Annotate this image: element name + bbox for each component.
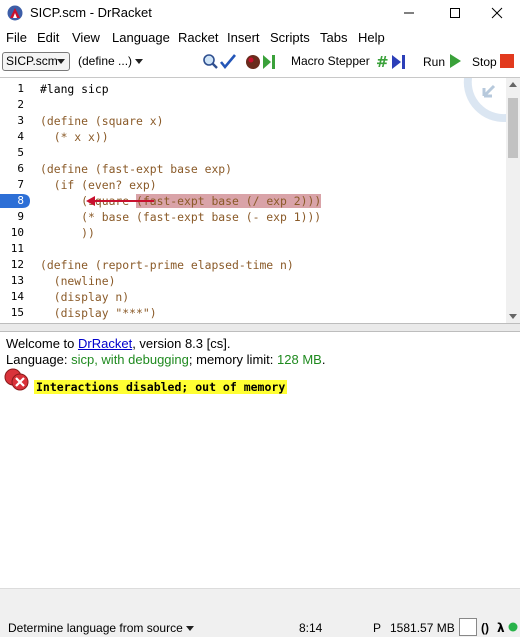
code-line[interactable]: (define (square x) xyxy=(40,114,163,128)
maximize-button[interactable] xyxy=(432,0,478,26)
run-button[interactable]: Run xyxy=(423,54,462,69)
minimize-button[interactable] xyxy=(386,0,432,26)
close-button[interactable] xyxy=(474,0,520,26)
line-number: 9 xyxy=(17,210,24,223)
background-expansion-icon xyxy=(463,78,506,123)
debug-button[interactable] xyxy=(244,53,280,74)
language-prefix: Language: xyxy=(6,352,72,367)
language-line: Language: sicp, with debugging; memory l… xyxy=(6,352,325,367)
language-selector[interactable]: Determine language from source xyxy=(8,621,195,635)
macro-stepper-icon: # xyxy=(376,53,405,71)
window-title: SICP.scm - DrRacket xyxy=(30,5,152,20)
welcome-line: Welcome to DrRacket, version 8.3 [cs]. xyxy=(6,336,230,351)
cursor-position: 8:14 xyxy=(299,621,323,635)
line-number-gutter: 1 2 3 4 5 6 7 8 9 10 11 12 13 14 15 xyxy=(0,78,30,323)
menu-file[interactable]: File xyxy=(6,30,27,45)
title-bar: SICP.scm - DrRacket xyxy=(0,0,520,26)
welcome-prefix: Welcome to xyxy=(6,336,79,351)
line-number: 3 xyxy=(17,114,24,127)
macro-stepper-icon-button[interactable]: # xyxy=(376,53,412,74)
code-line[interactable]: (if (even? exp) xyxy=(40,178,157,192)
chevron-down-icon xyxy=(186,626,195,631)
line-number: 2 xyxy=(17,98,24,111)
vertical-scrollbar[interactable] xyxy=(506,78,520,323)
define-menu-label: (define ...) xyxy=(78,54,133,68)
welcome-suffix: , version 8.3 [cs]. xyxy=(132,336,231,351)
menu-edit[interactable]: Edit xyxy=(37,30,59,45)
pane-divider[interactable] xyxy=(0,323,520,332)
scroll-up-icon[interactable] xyxy=(509,82,517,88)
line-number: 7 xyxy=(17,178,24,191)
menu-view[interactable]: View xyxy=(72,30,100,45)
code-line[interactable]: (display n) xyxy=(40,290,129,304)
define-menu-button[interactable]: (define ...) xyxy=(78,54,144,68)
file-name-button[interactable]: SICP.scm xyxy=(2,52,70,71)
run-icon xyxy=(450,54,462,68)
place-indicator: P xyxy=(373,621,382,635)
chevron-down-icon xyxy=(57,59,65,64)
line-number: 8 xyxy=(17,194,24,207)
code-line[interactable]: )) xyxy=(40,226,95,240)
language-value: sicp, with debugging xyxy=(71,352,189,367)
line-number: 6 xyxy=(17,162,24,175)
check-syntax-icon xyxy=(203,54,236,70)
menu-insert[interactable]: Insert xyxy=(227,30,260,45)
line-number: 11 xyxy=(10,242,24,255)
scrollbar-thumb[interactable] xyxy=(508,98,518,158)
line-number: 15 xyxy=(10,306,24,319)
definitions-editor[interactable]: 1 2 3 4 5 6 7 8 9 10 11 12 13 14 15 #lang sicp (define … xyxy=(0,77,520,323)
chevron-down-icon xyxy=(135,59,144,64)
menu-scripts[interactable]: Scripts xyxy=(270,30,310,45)
menu-help[interactable]: Help xyxy=(358,30,385,45)
stop-icon xyxy=(500,54,515,68)
language-selector-label: Determine language from source xyxy=(8,621,183,635)
paren-toggle-box[interactable] xyxy=(459,618,477,636)
stop-button[interactable]: Stop xyxy=(472,54,515,69)
svg-text:λ: λ xyxy=(497,621,505,635)
code-line[interactable]: (define (report-prime elapsed-time n) xyxy=(40,258,294,272)
memory-usage[interactable]: 1581.57 MB xyxy=(390,621,455,635)
memory-limit-prefix: ; memory limit: xyxy=(188,352,278,367)
menu-racket[interactable]: Racket xyxy=(178,30,218,45)
debug-icon xyxy=(246,55,275,69)
line-number: 13 xyxy=(10,274,24,287)
code-line[interactable]: (display "***") xyxy=(40,306,157,320)
code-line[interactable]: (square (fast-expt base (/ exp 2))) xyxy=(40,194,322,208)
line-number: 10 xyxy=(10,226,24,239)
line-number: 1 xyxy=(17,82,24,95)
check-syntax-button[interactable] xyxy=(202,53,238,74)
svg-text:#: # xyxy=(376,53,389,71)
macro-stepper-button[interactable]: Macro Stepper xyxy=(291,54,370,68)
interactions-pane[interactable]: Welcome to DrRacket, version 8.3 [cs]. L… xyxy=(0,332,520,608)
code-line[interactable]: (define (fast-expt base exp) xyxy=(40,162,232,176)
code-line[interactable]: (* base (fast-expt base (- exp 1))) xyxy=(40,210,321,224)
out-of-memory-message: Interactions disabled; out of memory xyxy=(34,380,288,394)
line-number: 4 xyxy=(17,130,24,143)
menu-bar: File Edit View Language Racket Insert Sc… xyxy=(0,27,520,48)
debug-arrow-icon xyxy=(86,196,154,206)
code-line[interactable]: (newline) xyxy=(40,274,116,288)
scroll-down-icon[interactable] xyxy=(509,314,517,320)
line-number: 14 xyxy=(10,290,24,303)
code-line[interactable]: (* x x)) xyxy=(40,130,109,144)
menu-tabs[interactable]: Tabs xyxy=(320,30,347,45)
drracket-link[interactable]: DrRacket xyxy=(78,336,132,351)
language-line-end: . xyxy=(321,352,326,367)
menu-language[interactable]: Language xyxy=(112,30,170,45)
line-number: 5 xyxy=(17,146,24,159)
memory-limit-value: 128 MB xyxy=(277,352,322,367)
file-name-label: SICP.scm xyxy=(6,54,58,68)
running-status-icon: λ xyxy=(497,621,518,635)
debug-highlight: (fast-expt base (/ exp 2))) xyxy=(136,194,322,208)
macro-stepper-label: Macro Stepper xyxy=(291,54,370,68)
code-line[interactable]: #lang sicp xyxy=(40,82,109,96)
line-number: 12 xyxy=(10,258,24,271)
drracket-logo-icon xyxy=(7,5,23,21)
paren-indicator: () xyxy=(481,621,489,635)
status-bar: Determine language from source 8:14 P 15… xyxy=(0,588,520,637)
stop-label: Stop xyxy=(472,55,497,69)
error-icon xyxy=(4,368,29,391)
toolbar: SICP.scm (define ...) Macro Stepper # Ru… xyxy=(0,49,520,75)
run-label: Run xyxy=(423,55,446,69)
